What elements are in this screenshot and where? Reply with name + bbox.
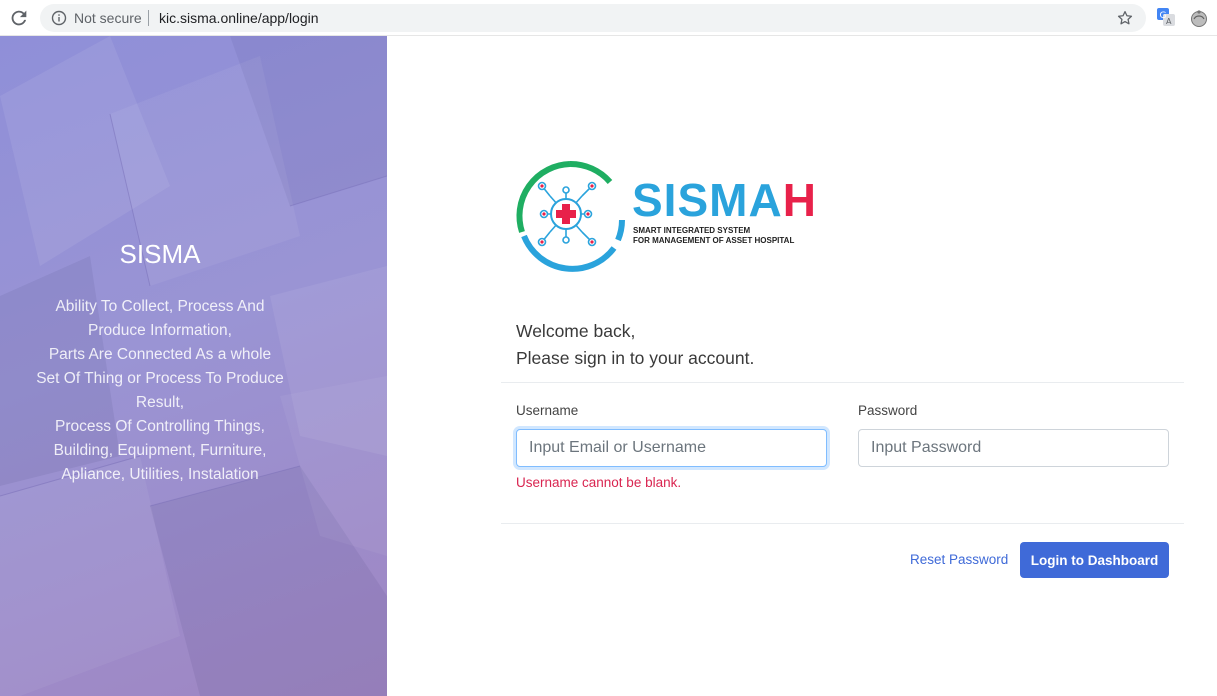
description-line: Ability To Collect, Process And — [55, 298, 265, 315]
logo-wordmark: SISMAH — [632, 174, 817, 226]
form-divider-top — [501, 382, 1184, 383]
form-divider-bottom — [501, 523, 1184, 524]
description-line: Set Of Thing or Process To Produce — [36, 370, 284, 387]
password-input[interactable] — [858, 429, 1169, 467]
url-text[interactable]: kic.sisma.online/app/login — [159, 10, 319, 26]
welcome-message: Welcome back, Please sign in to your acc… — [516, 318, 754, 372]
bookmark-star-icon[interactable] — [1116, 9, 1134, 27]
password-label: Password — [858, 403, 918, 418]
brand-description: Ability To Collect, Process And Produce … — [20, 295, 300, 487]
security-status: Not secure — [74, 10, 142, 26]
welcome-line: Welcome back, — [516, 321, 636, 341]
username-input[interactable] — [516, 429, 827, 467]
reload-icon[interactable] — [8, 7, 30, 29]
welcome-subtitle: Please sign in to your account. — [516, 348, 755, 368]
logo-tagline: SMART INTEGRATED SYSTEM FOR MANAGEMENT O… — [633, 226, 794, 246]
logo-wordmark-accent: H — [782, 174, 817, 226]
brand-panel: SISMA Ability To Collect, Process And Pr… — [0, 36, 387, 696]
username-label: Username — [516, 403, 579, 418]
description-line: Process Of Controlling Things, — [55, 418, 265, 435]
reset-password-link[interactable]: Reset Password — [910, 552, 1008, 567]
description-line: Produce Information, — [88, 322, 232, 339]
info-icon[interactable] — [51, 10, 67, 26]
description-line: Apliance, Utilities, Instalation — [61, 466, 259, 483]
translate-icon[interactable]: G A — [1157, 8, 1175, 26]
description-line: Result, — [135, 394, 185, 411]
login-button[interactable]: Login to Dashboard — [1020, 542, 1169, 578]
extension-icon[interactable] — [1189, 8, 1209, 28]
logo-tagline-line: FOR MANAGEMENT OF ASSET HOSPITAL — [633, 236, 795, 245]
address-separator — [148, 10, 149, 26]
brand-title: SISMA — [119, 239, 201, 269]
description-line: Building, Equipment, Furniture, — [53, 442, 267, 459]
browser-toolbar: Not secure kic.sisma.online/app/login G … — [0, 0, 1217, 36]
sismah-logo: SISMAH SMART INTEGRATED SYSTEM FOR MANAG… — [514, 160, 817, 272]
description-line: Parts Are Connected As a whole — [48, 346, 272, 363]
address-bar[interactable]: Not secure kic.sisma.online/app/login — [40, 4, 1146, 32]
logo-tagline-line: SMART INTEGRATED SYSTEM — [633, 226, 751, 235]
logo-wordmark-main: SISMA — [632, 174, 783, 226]
svg-text:A: A — [1166, 17, 1172, 26]
username-error-message: Username cannot be blank. — [516, 475, 682, 490]
logo-emblem-icon — [516, 160, 625, 272]
